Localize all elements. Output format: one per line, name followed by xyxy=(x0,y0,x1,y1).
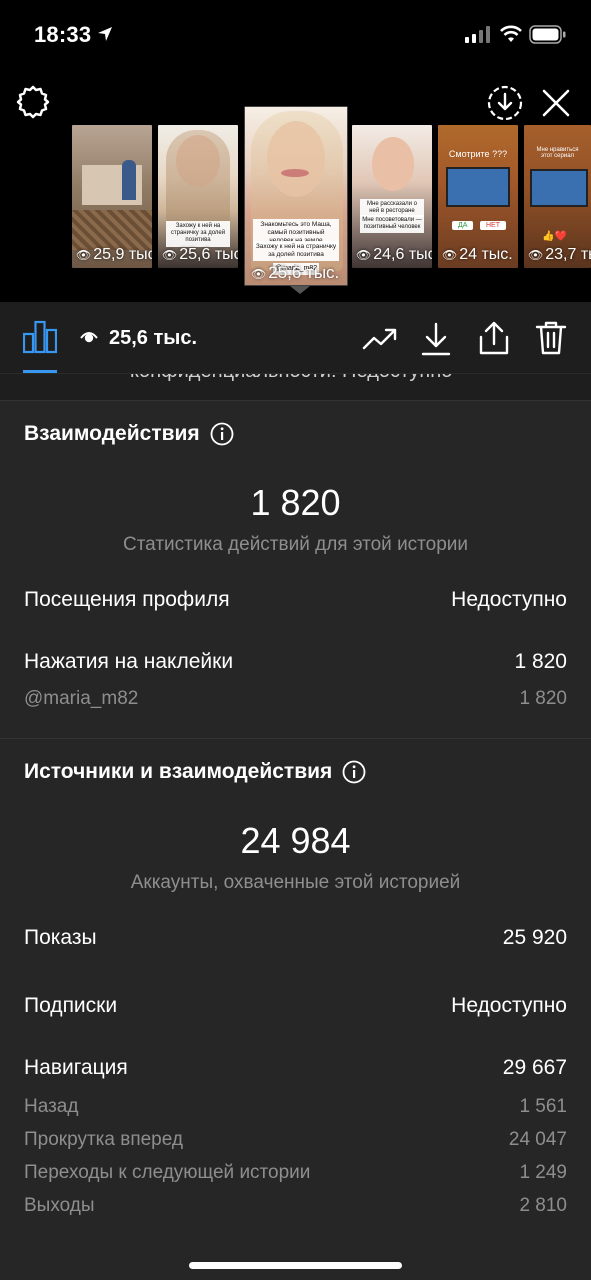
home-indicator[interactable] xyxy=(189,1262,402,1269)
sub-metric-label: Назад xyxy=(24,1096,79,1117)
interactions-caption: Статистика действий для этой истории xyxy=(122,534,469,555)
promote-trend-icon[interactable] xyxy=(362,324,398,354)
hair-image xyxy=(166,130,230,230)
sub-metric-row: Прокрутка вперед 24 047 xyxy=(24,1129,567,1151)
child-figure xyxy=(122,160,136,200)
story-caption: Захожу к ней на страничку за долей позит… xyxy=(166,221,230,247)
status-time: 18:33 xyxy=(34,22,92,47)
story-toolbar: 25,6 тыс. xyxy=(0,302,591,374)
eye-icon: 👁 xyxy=(528,248,544,262)
metric-row: Подписки Недоступно xyxy=(24,994,567,1018)
face-image xyxy=(372,137,414,191)
metric-value: Недоступно xyxy=(451,588,567,611)
eye-icon: 👁 xyxy=(162,248,178,262)
story-views: 👁24,6 тыс. xyxy=(356,246,432,263)
download-icon[interactable] xyxy=(421,322,451,356)
metric-row: Показы 25 920 xyxy=(24,926,567,950)
active-tab-indicator xyxy=(23,370,57,373)
metric-label: Нажатия на наклейки xyxy=(24,650,234,673)
status-bar: 18:33 xyxy=(0,0,591,72)
metric-value: 1 820 xyxy=(514,650,567,673)
sub-metric-value: 1 820 xyxy=(519,688,567,709)
tv-screen-image xyxy=(530,169,588,207)
story-views-count: 25,6 тыс. xyxy=(109,327,198,349)
sub-metric-row: Назад 1 561 xyxy=(24,1096,567,1118)
info-icon[interactable] xyxy=(342,760,366,784)
cut-off-row: конфиденциальности: Недоступно xyxy=(0,374,591,401)
section-divider xyxy=(0,738,591,739)
metric-row: Навигация 29 667 xyxy=(24,1056,567,1080)
story-views: 👁25,6 тыс. xyxy=(251,263,340,282)
yes-option: ДА xyxy=(452,221,474,230)
tv-screen-image xyxy=(446,167,510,207)
metric-label: Подписки xyxy=(24,994,118,1017)
eye-icon: 👁 xyxy=(251,267,267,281)
sub-metric-value: 24 047 xyxy=(508,1129,567,1150)
metric-label: Показы xyxy=(24,926,97,949)
metric-label: Посещения профиля xyxy=(24,588,230,611)
privacy-row-text: конфиденциальности: Недоступно xyxy=(130,374,452,383)
cellular-signal-icon xyxy=(465,26,490,43)
story-caption-2: Захожу к ней на страничку за долей позит… xyxy=(253,241,339,261)
interactions-title-text: Взаимодействия xyxy=(24,422,200,445)
sources-title-text: Источники и взаимодействия xyxy=(24,760,333,783)
eye-icon: 👁 xyxy=(442,248,458,262)
selected-story-pointer xyxy=(290,286,310,294)
sub-metric-row: @maria_m82 1 820 xyxy=(24,688,567,710)
accounts-reached-caption: Аккаунты, охваченные этой историей xyxy=(130,872,461,893)
carpet-image xyxy=(72,210,152,250)
sub-metric-row: Выходы 2 810 xyxy=(24,1195,567,1217)
wifi-icon xyxy=(500,25,522,42)
eye-icon xyxy=(80,332,98,343)
delete-trash-icon[interactable] xyxy=(535,321,567,355)
metric-value: Недоступно xyxy=(451,994,567,1017)
story-views: 👁 24 тыс. xyxy=(442,246,513,263)
emoji-reactions: 👍❤️ xyxy=(542,231,567,242)
story-title: Мне нравиться этот сериал xyxy=(536,147,579,159)
accounts-reached-total: 24 984 xyxy=(240,820,351,861)
story-thumbnail-selected[interactable]: Знакомьтесь это Маша, самый позитивный ч… xyxy=(244,106,348,286)
story-thumbnail[interactable]: Мне рассказали о ней в ресторане Мне пос… xyxy=(352,125,432,268)
settings-gear-icon[interactable] xyxy=(15,84,51,120)
sub-metric-label: Переходы к следующей истории xyxy=(24,1162,311,1183)
story-views: 👁23,7 тыс. xyxy=(528,246,591,263)
insights-bar-chart-icon[interactable] xyxy=(23,320,57,354)
close-icon[interactable] xyxy=(541,88,571,118)
eye-icon: 👁 xyxy=(356,248,372,262)
story-thumbnail[interactable]: 👁25,9 тыс. xyxy=(72,125,152,268)
sub-metric-value: 1 249 xyxy=(519,1162,567,1183)
story-views: 👁25,6 тыс. xyxy=(162,246,238,263)
metric-row: Посещения профиля Недоступно xyxy=(24,588,567,612)
story-thumbnail[interactable]: Мне нравиться этот сериал 👍❤️ 👁23,7 тыс. xyxy=(524,125,591,268)
story-thumbnail[interactable]: Захожу к ней на страничку за долей позит… xyxy=(158,125,238,268)
story-title: Смотрите ??? xyxy=(448,149,508,159)
story-views: 👁25,9 тыс. xyxy=(76,246,152,263)
no-option: НЕТ xyxy=(480,221,506,230)
sub-metric-value: 1 561 xyxy=(519,1096,567,1117)
sub-metric-label: Выходы xyxy=(24,1195,95,1216)
sub-metric-label: Прокрутка вперед xyxy=(24,1129,183,1150)
download-circle-icon[interactable] xyxy=(486,84,524,122)
battery-icon xyxy=(529,25,566,44)
interactions-title: Взаимодействия xyxy=(24,422,234,446)
story-thumbnail[interactable]: Смотрите ??? ДА НЕТ 👁 24 тыс. xyxy=(438,125,518,268)
story-caption: Мне посоветовали — позитивный человек xyxy=(360,215,424,234)
info-icon[interactable] xyxy=(210,422,234,446)
eye-icon: 👁 xyxy=(76,248,92,262)
metric-row: Нажатия на наклейки 1 820 xyxy=(24,650,567,674)
share-icon[interactable] xyxy=(478,320,510,356)
location-arrow-icon xyxy=(98,27,112,41)
metric-label: Навигация xyxy=(24,1056,128,1079)
sub-metric-value: 2 810 xyxy=(519,1195,567,1216)
interactions-total: 1 820 xyxy=(250,482,341,523)
insights-panel[interactable]: конфиденциальности: Недоступно Взаимодей… xyxy=(0,374,591,1280)
sub-metric-label: @maria_m82 xyxy=(24,688,139,709)
metric-value: 25 920 xyxy=(502,926,567,949)
sources-title: Источники и взаимодействия xyxy=(24,760,366,784)
metric-value: 29 667 xyxy=(502,1056,567,1079)
sub-metric-row: Переходы к следующей истории 1 249 xyxy=(24,1162,567,1184)
